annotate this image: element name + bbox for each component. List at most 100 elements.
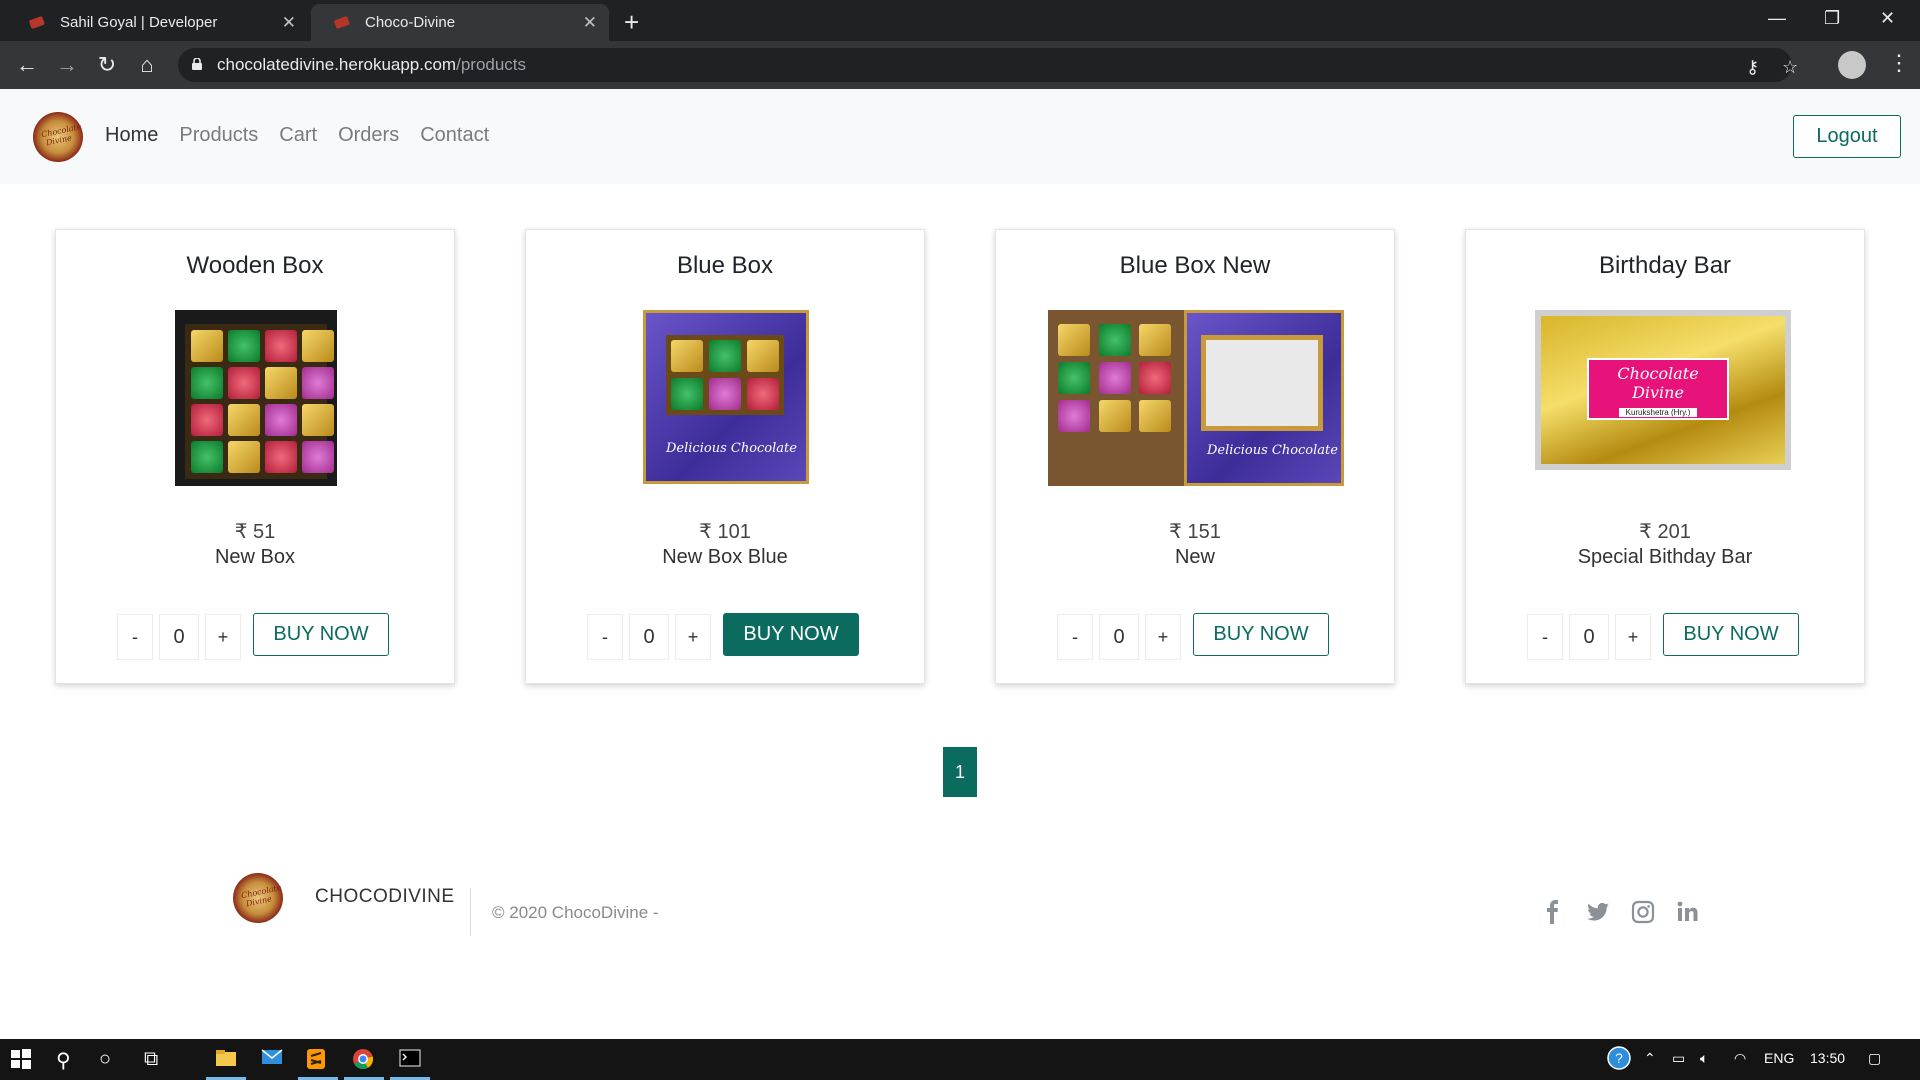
nav-contact[interactable]: Contact (420, 124, 489, 147)
box-label: Delicious Chocolate (666, 441, 797, 456)
search-icon[interactable]: ⚲ (56, 1048, 71, 1072)
product-price: ₹ 151 (1169, 521, 1221, 543)
buy-now-button[interactable]: BUY NOW (723, 613, 859, 656)
blue-box-image: Delicious Chocolate (643, 310, 809, 484)
increase-quantity-button[interactable]: + (1145, 614, 1181, 660)
lock-icon (192, 57, 202, 70)
quantity-value[interactable]: 0 (1099, 614, 1139, 660)
new-tab-icon[interactable]: + (624, 7, 639, 38)
birthday-bar-image: Chocolate Divine Kurukshetra (Hry.) (1535, 310, 1791, 470)
wifi-icon[interactable]: ◠ (1734, 1050, 1746, 1067)
language-indicator[interactable]: ENG (1764, 1050, 1794, 1066)
quantity-stepper: - 0 + (1057, 614, 1181, 660)
tab-title: Sahil Goyal | Developer (60, 14, 218, 31)
close-tab-icon[interactable]: ✕ (282, 13, 296, 33)
box-label: Delicious Chocolate (1207, 443, 1338, 458)
close-tab-icon[interactable]: ✕ (583, 13, 597, 33)
instagram-icon[interactable] (1630, 899, 1656, 925)
decrease-quantity-button[interactable]: - (117, 614, 153, 660)
notifications-icon[interactable]: ▢ (1868, 1050, 1881, 1067)
chocodivine-logo[interactable]: Chocolate Divine (33, 112, 83, 162)
help-icon[interactable]: ? (1606, 1045, 1632, 1074)
increase-quantity-button[interactable]: + (675, 614, 711, 660)
buy-now-button[interactable]: BUY NOW (253, 613, 389, 656)
buy-now-button[interactable]: BUY NOW (1663, 613, 1799, 656)
twitter-icon[interactable] (1585, 899, 1611, 925)
url-host: chocolatedivine.herokuapp.com (217, 55, 457, 74)
browser-tab-developer[interactable]: Sahil Goyal | Developer ✕ (6, 4, 308, 41)
minimize-icon[interactable]: — (1768, 8, 1786, 29)
nav-home[interactable]: Home (105, 124, 158, 147)
mail-icon[interactable] (261, 1048, 283, 1072)
browser-tab-choco-divine[interactable]: Choco-Divine ✕ (311, 4, 609, 41)
product-card-birthday-bar: Birthday Bar Chocolate Divine Kurukshetr… (1465, 229, 1865, 684)
volume-icon[interactable]: 🔈︎ (1700, 1050, 1708, 1067)
browser-tabbar: Sahil Goyal | Developer ✕ Choco-Divine ✕… (0, 0, 1920, 41)
chocolate-favicon-icon (333, 15, 351, 30)
profile-avatar[interactable] (1838, 51, 1866, 79)
windows-start-icon[interactable] (10, 1048, 32, 1072)
windows-taskbar: ⚲ ○ ⧉ ? ⌃ ▭ 🔈︎ ◠ ENG 13:50 ▢ (0, 1039, 1920, 1080)
file-explorer-icon[interactable] (215, 1048, 237, 1072)
blue-box-new-image: Delicious Chocolate (1048, 310, 1344, 486)
product-description: New Box Blue (662, 546, 788, 568)
quantity-value[interactable]: 0 (629, 614, 669, 660)
bookmark-star-icon[interactable]: ☆ (1782, 57, 1798, 78)
svg-text:?: ? (1615, 1050, 1623, 1066)
product-title: Wooden Box (186, 252, 324, 279)
window-close-icon[interactable]: ✕ (1880, 8, 1895, 29)
decrease-quantity-button[interactable]: - (587, 614, 623, 660)
wooden-box-image (175, 310, 337, 486)
menu-kebab-icon[interactable]: ⋮ (1888, 50, 1910, 76)
facebook-icon[interactable] (1540, 899, 1566, 925)
logo-text: Chocolate Divine (40, 122, 83, 148)
nav-cart[interactable]: Cart (279, 124, 317, 147)
pagination-page-1[interactable]: 1 (943, 747, 977, 797)
main-nav: Home Products Cart Orders Contact (105, 124, 510, 147)
decrease-quantity-button[interactable]: - (1527, 614, 1563, 660)
product-price: ₹ 201 (1639, 521, 1691, 543)
nav-products[interactable]: Products (179, 124, 258, 147)
browser-toolbar: ← → ↻ ⌂ chocolatedivine.herokuapp.com/pr… (0, 41, 1920, 89)
address-bar[interactable]: chocolatedivine.herokuapp.com/products ⚷… (178, 48, 1798, 82)
nav-orders[interactable]: Orders (338, 124, 399, 147)
chevron-up-icon[interactable]: ⌃ (1644, 1050, 1656, 1067)
decrease-quantity-button[interactable]: - (1057, 614, 1093, 660)
clock-time[interactable]: 13:50 (1810, 1050, 1845, 1066)
footer-logo: Chocolate Divine (233, 873, 283, 923)
key-icon[interactable]: ⚷ (1746, 57, 1759, 78)
cortana-icon[interactable]: ○ (99, 1048, 111, 1072)
product-description: New Box (214, 546, 296, 568)
url-text: chocolatedivine.herokuapp.com/products (217, 55, 526, 75)
back-icon[interactable]: ← (14, 52, 40, 78)
forward-icon[interactable]: → (54, 52, 80, 78)
tab-title: Choco-Divine (365, 14, 456, 31)
logout-button[interactable]: Logout (1793, 115, 1901, 158)
product-description: New (1174, 546, 1215, 568)
product-card-blue-box: Blue Box Delicious Chocolate ₹ 101 New B… (525, 229, 925, 684)
buy-now-button[interactable]: BUY NOW (1193, 613, 1329, 656)
product-description: Special Bithday Bar (1577, 546, 1753, 568)
chrome-icon[interactable] (352, 1048, 374, 1072)
increase-quantity-button[interactable]: + (1615, 614, 1651, 660)
sublime-text-icon[interactable] (306, 1048, 326, 1072)
quantity-value[interactable]: 0 (1569, 614, 1609, 660)
terminal-icon[interactable] (399, 1048, 421, 1072)
quantity-stepper: - 0 + (587, 614, 711, 660)
logo-text: Chocolate Divine (240, 883, 283, 909)
linkedin-icon[interactable] (1675, 899, 1701, 925)
increase-quantity-button[interactable]: + (205, 614, 241, 660)
product-title: Birthday Bar (1598, 252, 1732, 279)
quantity-stepper: - 0 + (1527, 614, 1651, 660)
product-title: Blue Box New (1119, 252, 1271, 279)
product-title: Blue Box (676, 252, 774, 279)
task-view-icon[interactable]: ⧉ (144, 1048, 158, 1072)
quantity-value[interactable]: 0 (159, 614, 199, 660)
product-card-wooden-box: Wooden Box ₹ 51 New Box - 0 + BUY NOW (55, 229, 455, 684)
restore-icon[interactable]: ❐ (1824, 8, 1840, 29)
footer-copyright: © 2020 ChocoDivine - (492, 903, 659, 922)
home-icon[interactable]: ⌂ (134, 52, 160, 78)
reload-icon[interactable]: ↻ (94, 52, 120, 78)
bar-label: Chocolate Divine (1617, 364, 1699, 402)
battery-icon[interactable]: ▭ (1672, 1050, 1685, 1067)
